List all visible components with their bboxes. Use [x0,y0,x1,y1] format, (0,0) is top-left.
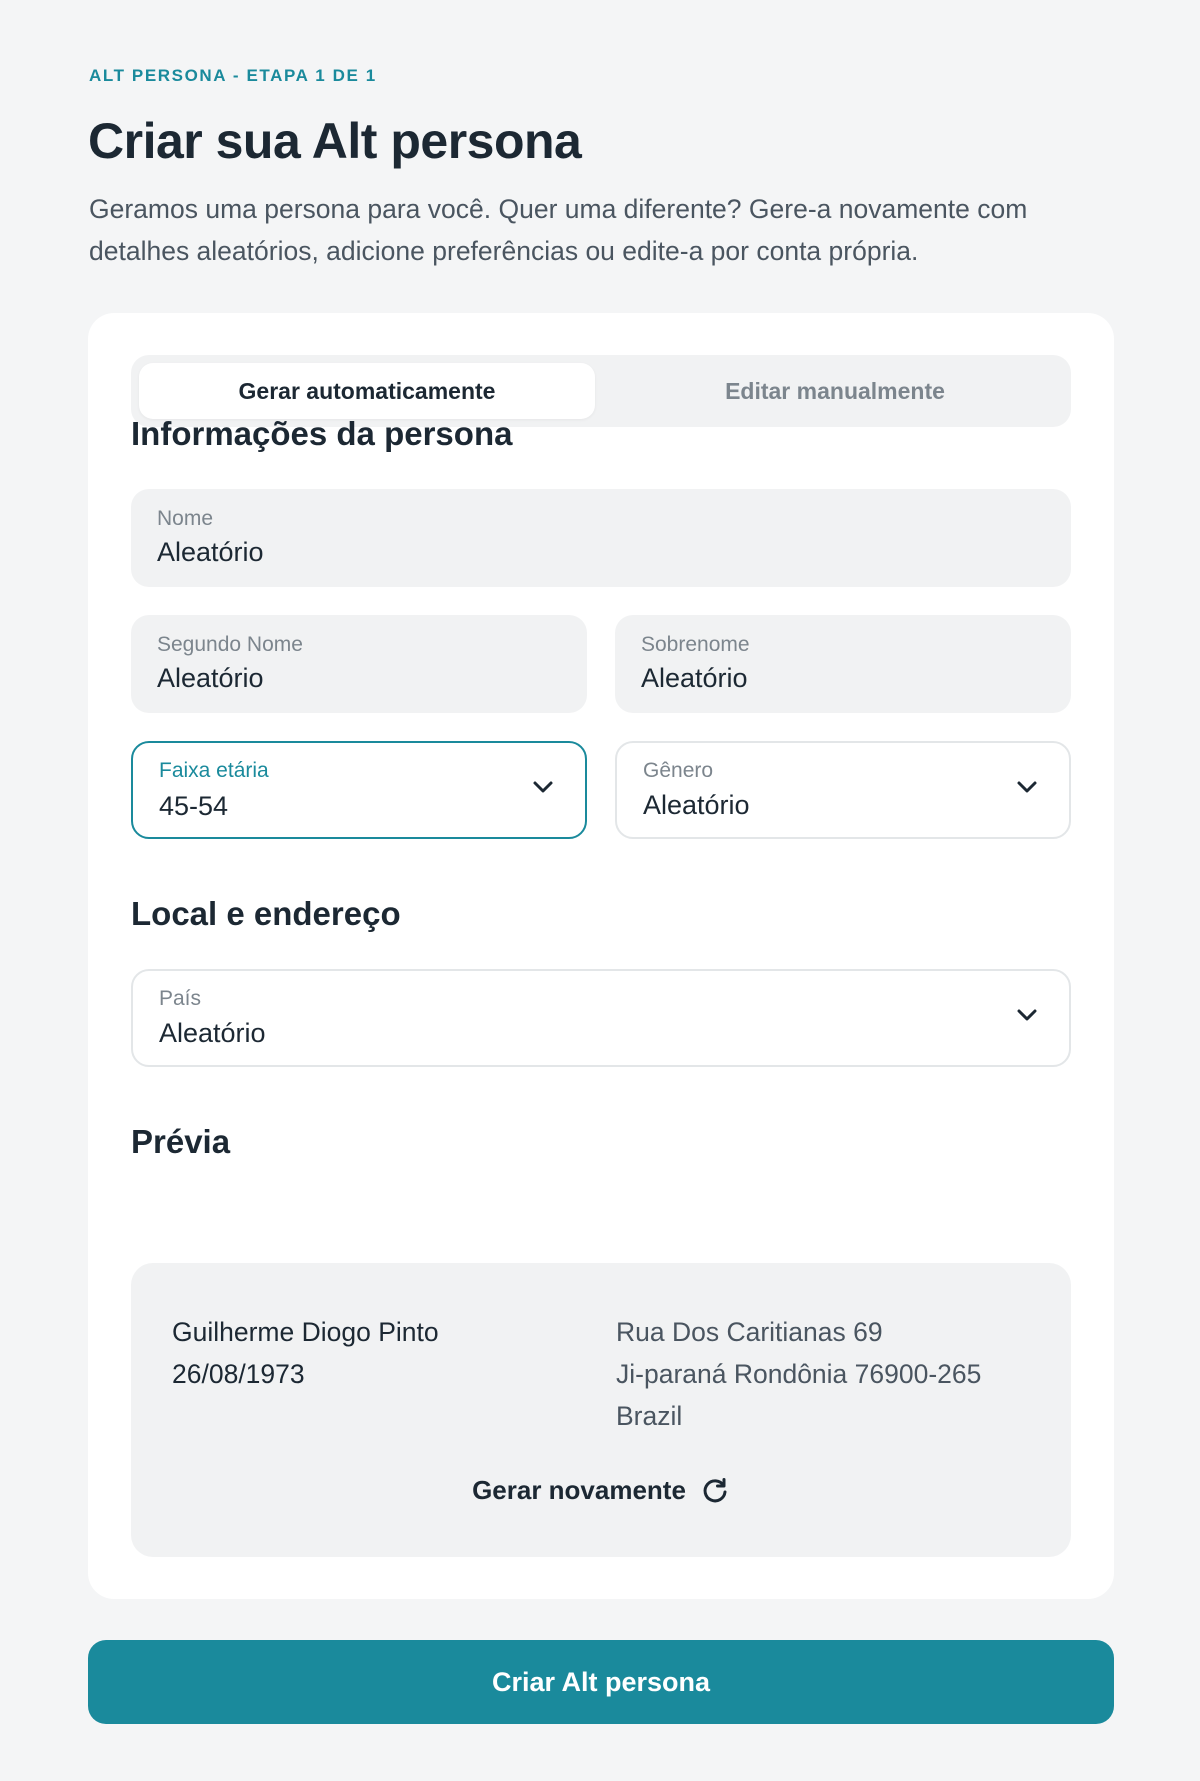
persona-preview: Guilherme Diogo Pinto 26/08/1973 Rua Dos… [131,1263,1071,1557]
regenerate-label: Gerar novamente [472,1475,686,1505]
middle-name-field[interactable]: Segundo Nome Aleatório [131,615,587,713]
page: ALT PERSONA - ETAPA 1 DE 1 Criar sua Alt… [0,0,1200,1781]
middle-name-label: Segundo Nome [157,633,303,656]
section-title-location: Local e endereço [131,895,401,932]
last-name-value: Aleatório [641,663,748,693]
page-title: Criar sua Alt persona [88,113,582,169]
first-name-label: Nome [157,507,214,530]
last-name-field[interactable]: Sobrenome Aleatório [615,615,1071,713]
section-title-preview: Prévia [131,1123,231,1160]
step-label: ALT PERSONA - ETAPA 1 DE 1 [89,66,377,85]
preview-address-line2: Ji-paraná Rondônia 76900-265 [616,1359,982,1389]
first-name-field[interactable]: Nome Aleatório [131,489,1071,587]
chevron-down-icon [1017,781,1037,793]
preview-full-name: Guilherme Diogo Pinto [172,1317,439,1347]
page-description: Geramos uma persona para você. Quer uma … [89,194,1028,266]
preview-address-line1: Rua Dos Caritianas 69 [616,1317,883,1347]
preview-country: Brazil [616,1401,683,1431]
persona-form-card: Gerar automaticamente Editar manualmente… [88,313,1114,1599]
tab-auto-generate[interactable]: Gerar automaticamente [139,363,595,419]
age-range-select[interactable]: Faixa etária 45-54 [131,741,587,839]
preview-birth-date: 26/08/1973 [172,1359,305,1389]
country-select[interactable]: País Aleatório [131,969,1071,1067]
country-value: Aleatório [159,1018,266,1048]
gender-value: Aleatório [643,790,750,820]
refresh-icon [703,1477,727,1502]
create-persona-button[interactable]: Criar Alt persona [88,1640,1114,1724]
age-range-value: 45-54 [159,791,229,821]
country-label: País [159,987,202,1010]
first-name-value: Aleatório [157,537,264,567]
gender-select[interactable]: Gênero Aleatório [615,741,1071,839]
age-range-label: Faixa etária [159,759,269,782]
chevron-down-icon [533,781,553,793]
gender-label: Gênero [643,759,714,782]
chevron-down-icon [1017,1009,1037,1021]
section-title-persona-info: Informações da persona [131,415,513,452]
last-name-label: Sobrenome [641,633,750,656]
regenerate-button[interactable]: Gerar novamente [131,1475,1071,1506]
tab-edit-manually[interactable]: Editar manualmente [607,363,1063,419]
middle-name-value: Aleatório [157,663,264,693]
